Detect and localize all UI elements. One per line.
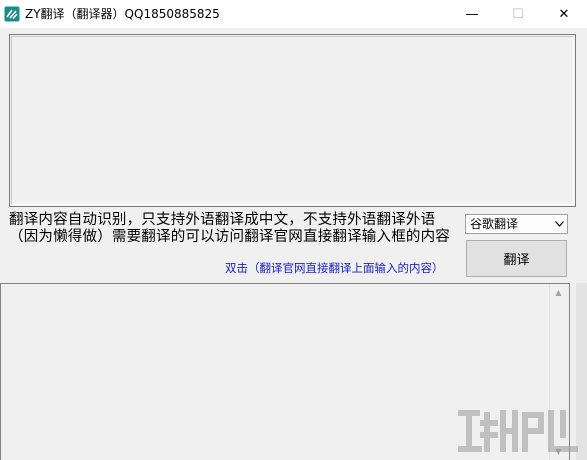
scroll-up-icon[interactable]: ▲ — [550, 284, 567, 301]
minimize-icon: — — [465, 6, 479, 22]
source-text-input[interactable] — [9, 34, 576, 207]
open-website-link[interactable]: 双击（翻译官网直接翻译上面输入的内容） — [225, 260, 444, 276]
maximize-button[interactable]: ☐ — [495, 0, 541, 28]
info-text: 翻译内容自动识别，只支持外语翻译成中文，不支持外语翻译外语（因为懒得做）需要翻译… — [9, 212, 450, 245]
close-button[interactable]: ✕ — [541, 0, 587, 28]
engine-select[interactable]: 谷歌翻译 — [465, 214, 568, 234]
close-icon: ✕ — [558, 6, 570, 22]
title-bar: ZY翻译（翻译器）QQ1850885825 — ☐ ✕ — [0, 0, 587, 28]
minimize-button[interactable]: — — [449, 0, 495, 28]
window-title: ZY翻译（翻译器）QQ1850885825 — [25, 7, 220, 21]
app-logo-icon — [4, 6, 20, 22]
translate-button[interactable]: 翻译 — [466, 240, 567, 277]
watermark-logo — [458, 410, 578, 452]
translate-button-label: 翻译 — [503, 253, 530, 268]
engine-select-value: 谷歌翻译 — [470, 217, 519, 231]
maximize-icon: ☐ — [512, 6, 524, 22]
source-text-value — [11, 36, 574, 205]
chevron-down-icon — [551, 215, 567, 233]
